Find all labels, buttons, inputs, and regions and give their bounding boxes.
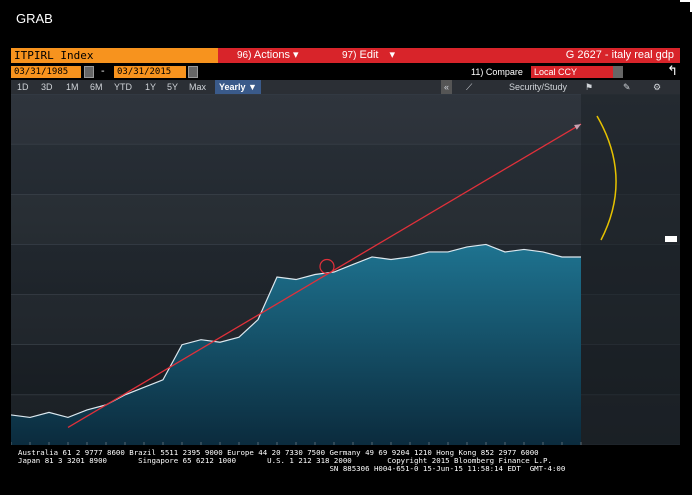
edit-number: 97) <box>342 50 357 61</box>
last-value-label <box>665 236 677 242</box>
period-1d[interactable]: 1D <box>17 80 29 94</box>
chevron-down-icon: ▾ <box>293 49 299 61</box>
collapse-icon[interactable]: « <box>441 80 453 94</box>
calendar-icon[interactable] <box>84 66 94 78</box>
function-toolbar: ITPIRL Index 96) Actions ▾ 97) Edit ▾ G … <box>11 48 680 63</box>
forecast-shade <box>581 94 680 445</box>
edit-label: Edit <box>359 49 379 61</box>
annotate-icon[interactable]: ✎ <box>623 80 631 94</box>
period-6m[interactable]: 6M <box>90 80 103 94</box>
period-3d[interactable]: 3D <box>41 80 53 94</box>
actions-menu[interactable]: 96) Actions ▾ <box>237 48 299 63</box>
date-separator: - <box>101 66 105 77</box>
flag-icon[interactable]: ⚑ <box>585 80 593 94</box>
period-toolbar: 1D 3D 1M 6M YTD 1Y 5Y Max Yearly ▼ « ⟋ S… <box>11 80 680 94</box>
calendar-icon[interactable] <box>188 66 198 78</box>
footer-line-3: SN 885306 H004-651-0 15-Jun-15 11:58:14 … <box>18 464 566 473</box>
period-yearly-select[interactable]: Yearly ▼ <box>215 80 261 94</box>
end-date-input[interactable]: 03/31/2015 <box>114 66 186 78</box>
chevron-down-icon: ▾ <box>389 49 396 61</box>
footer-contact: Australia 61 2 9777 8600 Brazil 5511 239… <box>18 449 678 473</box>
currency-dropdown-icon[interactable] <box>613 66 623 78</box>
back-arrow-icon[interactable]: ↰ <box>667 65 678 79</box>
compare-label[interactable]: 11) Compare <box>471 65 523 79</box>
date-toolbar: 03/31/1985 - 03/31/2015 11) Compare Loca… <box>11 65 680 79</box>
period-5y[interactable]: 5Y <box>167 80 178 94</box>
period-1y[interactable]: 1Y <box>145 80 156 94</box>
corner-resize-icon[interactable] <box>680 0 692 12</box>
edit-menu[interactable]: 97) Edit ▾ <box>342 48 395 63</box>
chart-type-icon[interactable]: ⟋ <box>466 80 472 94</box>
grid-band <box>11 194 680 244</box>
actions-label: Actions <box>253 49 290 61</box>
start-date-input[interactable]: 03/31/1985 <box>11 66 81 78</box>
security-study-button[interactable]: Security/Study <box>509 80 567 94</box>
window-titlebar: GRAB <box>0 0 692 44</box>
graph-title: G 2627 - italy real gdp <box>565 49 674 61</box>
gear-icon[interactable]: ⚙ <box>653 80 661 94</box>
chart-area[interactable] <box>10 93 680 446</box>
ticker-field[interactable]: ITPIRL Index <box>11 48 218 63</box>
currency-select[interactable]: Local CCY <box>531 66 617 78</box>
period-max[interactable]: Max <box>189 80 206 94</box>
period-ytd[interactable]: YTD <box>114 80 132 94</box>
period-1m[interactable]: 1M <box>66 80 79 94</box>
grid-band <box>11 94 680 144</box>
actions-number: 96) <box>237 50 252 61</box>
window-title: GRAB <box>16 11 53 26</box>
gdp-chart[interactable] <box>10 93 680 446</box>
